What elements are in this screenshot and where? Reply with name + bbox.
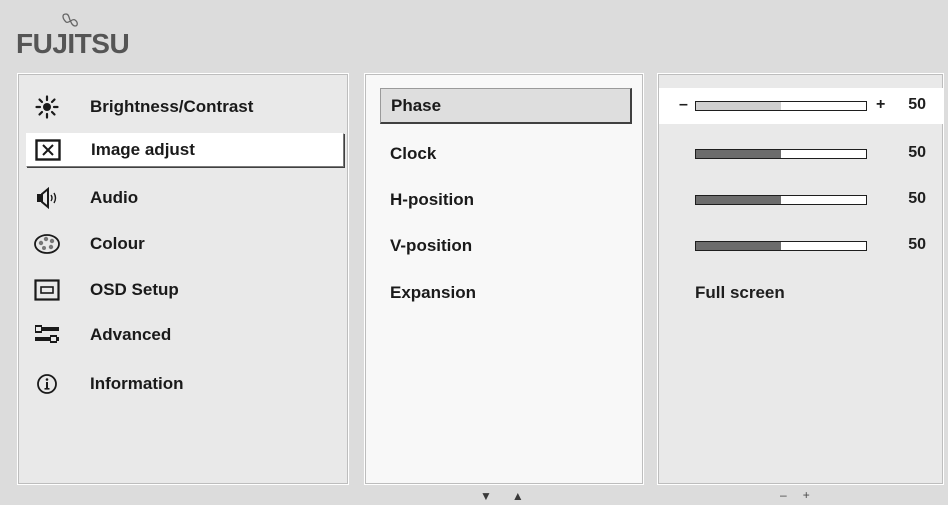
increase-indicator: + — [876, 96, 886, 113]
sub-item-phase[interactable]: Phase — [380, 88, 632, 124]
minus-icon: – — [780, 488, 787, 502]
phase-value: 50 — [908, 96, 926, 113]
menu-label-information: Information — [90, 374, 184, 393]
osd-setup-icon — [32, 277, 62, 303]
menu-item-advanced[interactable]: Advanced — [26, 318, 344, 352]
h-position-value-row: 50 — [659, 182, 944, 218]
expansion-value-row: Full screen — [659, 275, 944, 311]
menu-item-brightness-contrast[interactable]: Brightness/Contrast — [26, 90, 344, 124]
sun-icon — [32, 94, 62, 120]
sub-item-v-position[interactable]: V-position — [380, 228, 632, 264]
clock-value: 50 — [908, 144, 926, 161]
decrease-indicator: – — [679, 96, 688, 113]
plus-icon: + — [802, 488, 810, 502]
menu-label-advanced: Advanced — [90, 325, 172, 344]
sub-menu-panel: Phase Clock H-position V-position Expans… — [364, 73, 644, 485]
v-position-slider-fill — [696, 242, 781, 250]
h-position-slider[interactable] — [695, 195, 867, 205]
menu-item-information[interactable]: Information — [26, 367, 344, 401]
sub-item-h-position[interactable]: H-position — [380, 182, 632, 218]
arrow-down-icon: ▼ — [480, 489, 492, 503]
clock-value-row: 50 — [659, 136, 944, 172]
menu-label-osd-setup: OSD Setup — [90, 280, 179, 299]
sub-item-expansion[interactable]: Expansion — [380, 275, 632, 311]
sliders-icon — [32, 322, 62, 348]
menu-label-audio: Audio — [90, 188, 139, 207]
phase-value-row: – + 50 — [659, 88, 944, 124]
menu-item-colour[interactable]: Colour — [26, 227, 344, 261]
v-position-value-row: 50 — [659, 228, 944, 264]
arrow-up-icon: ▲ — [511, 489, 524, 503]
menu-label-colour: Colour — [90, 234, 145, 253]
v-position-value: 50 — [908, 236, 926, 253]
infinity-logo-icon — [62, 13, 78, 27]
brand-logo-text: FUJITSU — [16, 28, 130, 59]
values-panel: – + 50 50 50 50 Full screen — [657, 73, 944, 485]
main-menu-panel: Brightness/Contrast Image adjust Audio C… — [17, 73, 349, 485]
speaker-icon — [32, 185, 62, 211]
clock-slider-fill — [696, 150, 781, 158]
clock-slider[interactable] — [695, 149, 867, 159]
menu-label-brightness-contrast: Brightness/Contrast — [90, 97, 254, 116]
h-position-value: 50 — [908, 190, 926, 207]
fujitsu-logo: FUJITSU — [16, 10, 136, 62]
v-position-slider[interactable] — [695, 241, 867, 251]
h-position-slider-fill — [696, 196, 781, 204]
image-adjust-icon — [33, 137, 63, 163]
phase-slider-fill — [696, 102, 781, 110]
menu-item-osd-setup[interactable]: OSD Setup — [26, 273, 344, 307]
sub-item-clock[interactable]: Clock — [380, 136, 632, 172]
menu-label-image-adjust: Image adjust — [91, 140, 195, 159]
palette-icon — [32, 231, 62, 257]
menu-item-image-adjust[interactable]: Image adjust — [26, 133, 344, 167]
menu-item-audio[interactable]: Audio — [26, 181, 344, 215]
expansion-value: Full screen — [695, 283, 785, 302]
adjust-hint: – + — [780, 488, 810, 502]
info-icon — [32, 371, 62, 397]
phase-slider[interactable] — [695, 101, 867, 111]
navigation-hint: ▼ ▲ — [480, 489, 524, 503]
